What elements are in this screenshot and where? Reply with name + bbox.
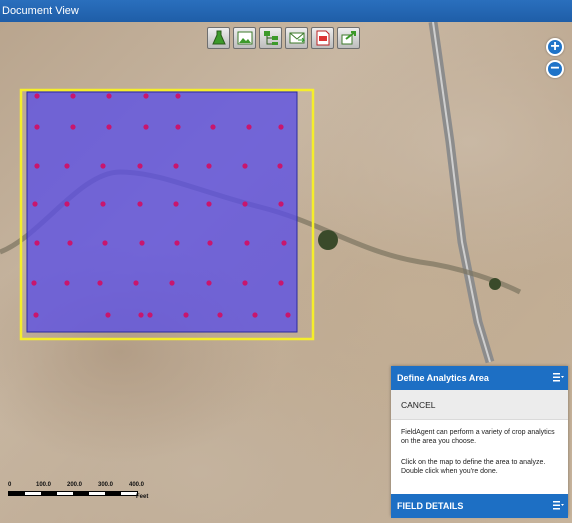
tree-cluster (318, 230, 338, 250)
sample-point (70, 93, 76, 99)
sample-point (183, 312, 189, 318)
scale-unit: Feet (136, 494, 149, 500)
sample-point (278, 201, 284, 207)
image-icon (237, 31, 252, 45)
sample-point (175, 93, 181, 99)
sample-point (143, 124, 149, 130)
sample-point (244, 240, 250, 246)
sample-point (278, 124, 284, 130)
sample-point (70, 124, 76, 130)
sample-point (102, 240, 108, 246)
sample-point (242, 280, 248, 286)
sample-point (285, 312, 291, 318)
hierarchy-icon (263, 31, 278, 45)
sample-point (277, 163, 283, 169)
flask-icon (211, 30, 226, 45)
sample-point (105, 312, 111, 318)
sample-point (173, 201, 179, 207)
sample-point (210, 124, 216, 130)
sample-point (106, 124, 112, 130)
sample-point (246, 124, 252, 130)
pdf-button[interactable] (311, 27, 334, 49)
sample-point (34, 124, 40, 130)
sample-point (206, 163, 212, 169)
scale-segments (8, 491, 138, 496)
map-toolbar (207, 27, 360, 49)
sample-point (147, 312, 153, 318)
tree-cluster (489, 278, 501, 290)
sample-point (206, 280, 212, 286)
field-details-title: FIELD DETAILS (397, 501, 464, 511)
zoom-in-button[interactable]: + (546, 38, 564, 56)
menu-icon[interactable] (553, 372, 564, 383)
sample-point (34, 163, 40, 169)
scale-tick-label: 100.0 (36, 482, 52, 488)
scale-bar: 0 100.0 200.0 300.0 400.0 Feet (8, 482, 168, 512)
sample-point (206, 201, 212, 207)
export-icon (341, 31, 356, 45)
email-icon (289, 32, 305, 44)
field-details-header[interactable]: FIELD DETAILS (391, 494, 568, 518)
sample-point (106, 93, 112, 99)
sample-point (31, 280, 37, 286)
sample-point (33, 312, 39, 318)
road (428, 22, 495, 364)
sample-point (174, 240, 180, 246)
sample-point (34, 240, 40, 246)
scale-tick-label: 400.0 (129, 482, 145, 488)
scale-tick-label: 300.0 (98, 482, 114, 488)
sample-point (34, 93, 40, 99)
analytics-description: FieldAgent can perform a variety of crop… (401, 429, 555, 445)
sample-point (175, 124, 181, 130)
sample-point (252, 312, 258, 318)
scale-tick-label: 0 (8, 482, 12, 488)
sample-point (173, 163, 179, 169)
sample-point (67, 240, 73, 246)
flask-button[interactable] (207, 27, 230, 49)
image-button[interactable] (233, 27, 256, 49)
scale-tick-label: 200.0 (67, 482, 83, 488)
sample-point (64, 280, 70, 286)
sample-point (169, 280, 175, 286)
window-title: Document View (0, 0, 572, 22)
zoom-out-button[interactable]: − (546, 60, 564, 78)
cancel-button[interactable]: CANCEL (391, 390, 568, 420)
sample-point (207, 240, 213, 246)
sample-point (242, 163, 248, 169)
analytics-panel-body: FieldAgent can perform a variety of crop… (391, 420, 568, 476)
sample-point (137, 201, 143, 207)
sample-point (100, 163, 106, 169)
sample-point (139, 240, 145, 246)
analytics-instructions: Click on the map to define the area to a… (401, 459, 546, 475)
sample-point (278, 280, 284, 286)
sample-point (32, 201, 38, 207)
menu-icon[interactable] (553, 500, 564, 511)
sample-point (242, 201, 248, 207)
pdf-icon (316, 30, 329, 46)
export-button[interactable] (337, 27, 360, 49)
email-button[interactable] (285, 27, 308, 49)
sample-point (137, 163, 143, 169)
sample-point (100, 201, 106, 207)
sample-point (97, 280, 103, 286)
sample-point (64, 163, 70, 169)
analysis-area[interactable] (26, 91, 298, 333)
analytics-panel-header[interactable]: Define Analytics Area (391, 366, 568, 390)
analytics-panel-title: Define Analytics Area (397, 373, 489, 383)
sample-point (143, 93, 149, 99)
sample-point (133, 280, 139, 286)
sample-point (281, 240, 287, 246)
hierarchy-button[interactable] (259, 27, 282, 49)
sample-point (217, 312, 223, 318)
sample-point (64, 201, 70, 207)
sample-point (138, 312, 144, 318)
